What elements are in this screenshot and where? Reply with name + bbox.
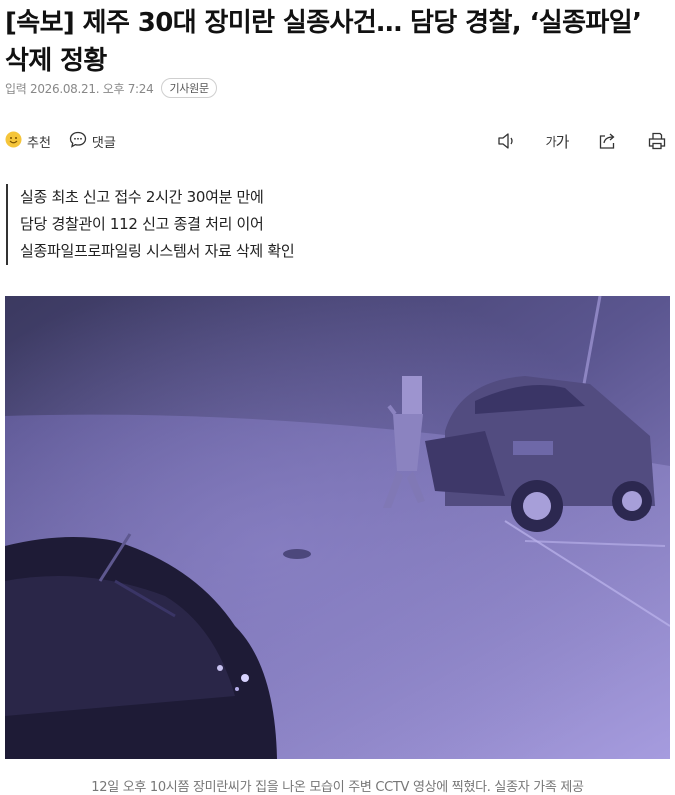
print-icon[interactable] <box>646 130 668 152</box>
recommend-button[interactable]: 추천 <box>5 131 51 152</box>
share-icon[interactable] <box>596 130 618 152</box>
font-size-small-label: 가 <box>545 134 557 149</box>
smile-icon <box>5 131 22 152</box>
font-size-large-label: 가 <box>555 132 570 151</box>
comment-label: 댓글 <box>91 135 116 151</box>
article-meta: 입력 2026.08.21. 오후 7:24 기사원문 <box>5 78 217 98</box>
summary-line: 실종파일프로파일링 시스템서 자료 삭제 확인 <box>20 242 295 260</box>
font-size-icon[interactable]: 가가 <box>545 130 570 152</box>
summary-line: 담당 경찰관이 112 신고 종결 처리 이어 <box>20 215 264 233</box>
headline: [속보] 제주 30대 장미란 실종사건… 담당 경찰, ‘실종파일’ 삭제 정… <box>5 8 642 76</box>
speaker-icon[interactable] <box>496 130 518 152</box>
article-summary: 실종 최초 신고 접수 2시간 30여분 만에 담당 경찰관이 112 신고 종… <box>6 184 295 265</box>
publish-date: 입력 2026.08.21. 오후 7:24 <box>5 81 154 96</box>
comment-button[interactable]: 댓글 <box>69 131 116 152</box>
comment-icon <box>69 131 87 152</box>
recommend-label: 추천 <box>27 135 51 151</box>
photo-caption: 12일 오후 10시쯤 장미란씨가 집을 나온 모습이 주변 CCTV 영상에 … <box>91 780 584 795</box>
summary-line: 실종 최초 신고 접수 2시간 30여분 만에 <box>20 188 264 206</box>
cctv-photo <box>5 296 670 759</box>
original-article-button[interactable]: 기사원문 <box>161 78 217 98</box>
article-toolbar: 추천 댓글 가가 <box>5 128 670 154</box>
